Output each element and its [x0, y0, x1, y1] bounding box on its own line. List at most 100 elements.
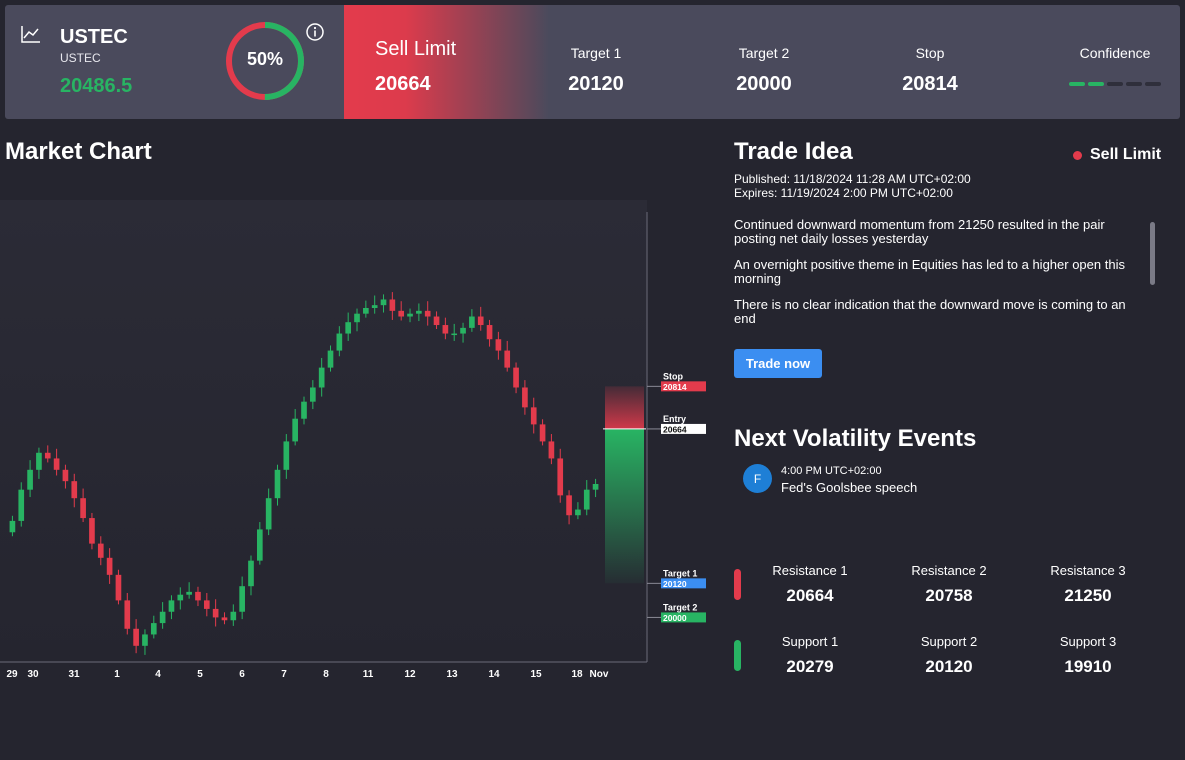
- trade-idea-signal: Sell Limit: [1073, 146, 1161, 164]
- candle-body: [371, 305, 378, 308]
- candle-body: [292, 418, 298, 442]
- candle-body: [97, 543, 104, 558]
- current-price: 20486.5: [60, 75, 133, 97]
- trade-idea-paragraph: Continued downward momentum from 21250 r…: [734, 218, 1105, 246]
- level-label: Support 2: [920, 634, 978, 649]
- level-tag-label: Target 1: [663, 568, 697, 578]
- confidence-label: Confidence: [1079, 45, 1151, 61]
- candle-body: [221, 617, 228, 621]
- candle-body: [460, 327, 466, 334]
- trade-idea-scrollbar[interactable]: [1150, 222, 1155, 285]
- symbol-name: USTEC: [60, 26, 128, 48]
- candle-body: [407, 313, 413, 317]
- event-name[interactable]: Fed's Goolsbee speech: [781, 480, 917, 495]
- trade-idea-paragraph: There is no clear indication that the do…: [734, 297, 1126, 326]
- confidence-bar: [1107, 82, 1123, 86]
- signal-panel: [344, 5, 549, 119]
- candle-body: [44, 452, 51, 459]
- metric-target-1: Target 1 20120: [536, 45, 656, 96]
- candle-body: [363, 308, 369, 314]
- metric-value: 20000: [736, 73, 792, 95]
- trade-idea-paragraph: An overnight positive theme in Equities …: [734, 257, 1125, 286]
- header-bar: USTEC USTEC 20486.5 50% Sell Limit 20664…: [5, 5, 1180, 119]
- x-tick-label: 31: [68, 669, 80, 680]
- candle-body: [239, 586, 245, 612]
- x-tick-label: 6: [239, 669, 245, 680]
- level-label: Resistance 2: [911, 563, 987, 578]
- candle-body: [36, 452, 42, 470]
- expires-date: Expires: 11/19/2024 2:00 PM UTC+02:00: [734, 186, 953, 200]
- level-tag-value: 20120: [663, 579, 687, 589]
- level-label: Support 3: [1059, 634, 1117, 649]
- candle-body: [389, 299, 396, 311]
- reward-zone: [605, 428, 644, 584]
- support-marker: [734, 640, 741, 671]
- candle-body: [89, 518, 95, 544]
- published-date: Published: 11/18/2024 11:28 AM UTC+02:00: [734, 172, 971, 186]
- x-tick-label: 5: [197, 669, 203, 680]
- candlestick-chart[interactable]: Stop20814 Entry20664 Target 120120 Target 2…: [0, 200, 730, 690]
- candle-body: [27, 469, 33, 490]
- candle-body: [345, 322, 352, 334]
- candle-body: [256, 529, 263, 561]
- level-tag-label: Stop: [663, 371, 683, 381]
- confidence-bar: [1145, 82, 1161, 86]
- x-tick-label: 7: [281, 669, 287, 680]
- level-value: 20758: [925, 586, 973, 605]
- support-1: Support 1 20279: [745, 634, 875, 677]
- candle-body: [203, 600, 210, 609]
- candle-body: [486, 325, 493, 340]
- signal-label: Sell Limit: [375, 38, 457, 60]
- resistance-1: Resistance 1 20664: [745, 563, 875, 606]
- candle-body: [274, 469, 281, 499]
- confidence-bars: [1055, 82, 1175, 86]
- x-tick-label: 14: [488, 669, 500, 680]
- level-value: 20664: [786, 586, 834, 605]
- trade-now-button[interactable]: Trade now: [734, 349, 822, 378]
- candle-body: [469, 316, 475, 328]
- candle-body: [230, 611, 237, 621]
- candle-body: [248, 560, 254, 587]
- candle-body: [451, 333, 458, 336]
- x-tick-label: 12: [404, 669, 416, 680]
- candle-body: [124, 600, 131, 629]
- trade-idea-title: Trade Idea: [734, 138, 853, 165]
- x-tick-label: 18: [571, 669, 583, 680]
- candle-body: [433, 316, 440, 326]
- candle-body: [133, 628, 139, 646]
- candle-body: [318, 367, 325, 388]
- info-icon[interactable]: [305, 22, 325, 42]
- x-tick-label: Nov: [590, 669, 609, 680]
- x-tick-label: 4: [155, 669, 161, 680]
- level-value: 21250: [1064, 586, 1112, 605]
- events-title: Next Volatility Events: [734, 425, 977, 452]
- x-tick-label: 29: [6, 669, 18, 680]
- x-tick-label: 11: [363, 669, 374, 680]
- x-tick-label: 30: [27, 669, 39, 680]
- candle-body: [53, 458, 60, 470]
- market-chart[interactable]: Stop 20814 Entry 20664 Target 1 20120 Target 2…: [0, 200, 730, 690]
- candle-body: [159, 611, 166, 624]
- signal-value: 20664: [375, 73, 431, 95]
- level-label: Resistance 1: [772, 563, 848, 578]
- x-tick-label: 15: [530, 669, 542, 680]
- candle-body: [186, 591, 192, 595]
- candle-body: [212, 608, 219, 618]
- candle-body: [398, 310, 405, 317]
- metric-value: 20814: [902, 73, 958, 95]
- candle-body: [513, 367, 519, 388]
- confidence-meter: Confidence: [1055, 45, 1175, 86]
- candle-body: [62, 469, 69, 482]
- symbol-subtitle: USTEC: [60, 51, 101, 65]
- candle-body: [354, 313, 360, 323]
- chart-line-icon: [21, 26, 40, 43]
- candle-body: [424, 310, 431, 317]
- support-3: Support 3 19910: [1023, 634, 1153, 677]
- x-tick-label: 8: [323, 669, 329, 680]
- level-value: 20120: [925, 657, 973, 676]
- candle-body: [265, 498, 272, 530]
- candle-body: [583, 489, 590, 510]
- level-tag-label: Entry: [663, 414, 686, 424]
- trade-idea-text[interactable]: Continued downward momentum from 21250 r…: [734, 218, 1144, 333]
- level-label: Resistance 3: [1050, 563, 1126, 578]
